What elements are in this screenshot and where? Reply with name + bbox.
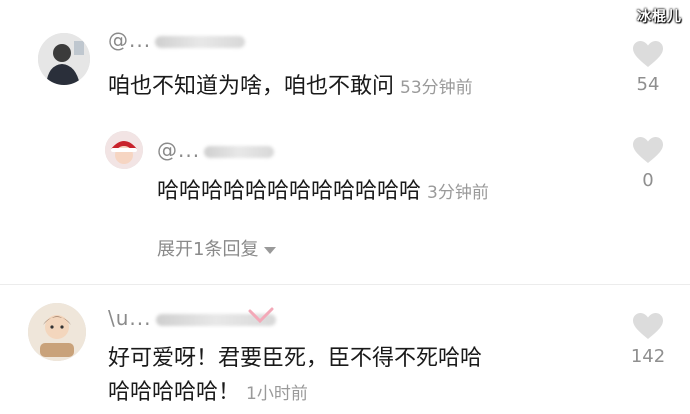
heart-icon[interactable] — [632, 136, 664, 164]
like-count: 142 — [630, 346, 666, 367]
comment-text: 好可爱呀！君要臣死，臣不得不死哈哈 — [108, 346, 483, 371]
divider — [0, 284, 690, 285]
heart-icon[interactable] — [632, 40, 664, 68]
like-button[interactable]: 54 — [618, 40, 678, 95]
reply-username[interactable]: @... — [157, 138, 275, 162]
user-avatar-illustration-icon — [28, 303, 86, 361]
like-count: 0 — [642, 170, 654, 191]
comment-text-line2: 哈哈哈哈哈！ 1小时前 — [108, 380, 308, 405]
comment-time: 1小时前 — [246, 384, 308, 404]
reply-time: 3分钟前 — [427, 183, 489, 203]
like-count: 54 — [636, 74, 660, 95]
watermark: 冰棍儿 — [637, 9, 682, 25]
comment-text: 咱也不知道为啥，咱也不敢问 53分钟前 — [108, 74, 473, 99]
like-button[interactable]: 0 — [618, 136, 678, 191]
reply-text: 哈哈哈哈哈哈哈哈哈哈哈哈 3分钟前 — [157, 179, 489, 204]
avatar[interactable] — [38, 33, 90, 85]
pink-mark-icon — [248, 307, 274, 324]
expand-replies-button[interactable]: 展开1条回复 — [157, 235, 277, 261]
caret-down-icon — [264, 246, 277, 254]
user-avatar-red-hat-icon — [105, 131, 143, 169]
avatar[interactable] — [105, 131, 143, 169]
avatar[interactable] — [28, 303, 86, 361]
comment-time: 53分钟前 — [400, 78, 473, 98]
comment-username[interactable]: @... — [108, 28, 246, 52]
like-button[interactable]: 142 — [618, 312, 678, 367]
heart-icon[interactable] — [632, 312, 664, 340]
user-avatar-dark-jacket-icon — [38, 33, 90, 85]
